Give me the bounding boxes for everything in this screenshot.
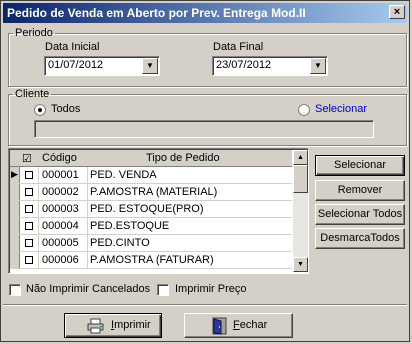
- data-inicial-value: 01/07/2012: [48, 59, 104, 71]
- imprimir-preco-label[interactable]: Imprimir Preço: [175, 283, 247, 295]
- fechar-label: Fechar: [233, 319, 268, 331]
- radio-dot-icon: [38, 108, 42, 112]
- nao-imprimir-cancelados-label[interactable]: Não Imprimir Cancelados: [26, 283, 150, 295]
- chevron-down-icon[interactable]: ▼: [142, 58, 158, 74]
- selecionar-cliente-label[interactable]: Selecionar: [315, 103, 367, 115]
- row-checkbox[interactable]: [25, 222, 33, 230]
- window-title: Pedido de Venda em Aberto por Prev. Entr…: [7, 6, 306, 20]
- report-dialog: Pedido de Venda em Aberto por Prev. Entr…: [0, 0, 410, 342]
- row-tipo: PED. VENDA: [90, 169, 157, 181]
- selecionar-todos-button[interactable]: Selecionar Todos: [315, 204, 405, 225]
- imprimir-preco-checkbox[interactable]: [157, 284, 169, 296]
- todos-radio[interactable]: [34, 104, 46, 116]
- scroll-down-icon[interactable]: ▼: [293, 257, 308, 272]
- imprimir-label: Imprimir: [111, 319, 151, 331]
- data-inicial-label: Data Inicial: [45, 41, 100, 53]
- chevron-down-icon[interactable]: ▼: [310, 58, 326, 74]
- row-checkbox[interactable]: [25, 256, 33, 264]
- door-exit-icon: [212, 317, 227, 335]
- data-inicial-picker[interactable]: 01/07/2012 ▼: [44, 56, 160, 76]
- printer-icon: [87, 318, 104, 334]
- desmarca-todos-button[interactable]: DesmarcaTodos: [315, 228, 405, 249]
- row-codigo: 000005: [42, 237, 79, 249]
- row-codigo: 000006: [42, 254, 79, 266]
- row-tipo: P.AMOSTRA (MATERIAL): [90, 186, 218, 198]
- data-final-value: 23/07/2012: [216, 59, 272, 71]
- row-checkbox[interactable]: [25, 171, 33, 179]
- title-bar: Pedido de Venda em Aberto por Prev. Entr…: [3, 3, 407, 23]
- table-row[interactable]: 000003 PED. ESTOQUE(PRO): [10, 201, 292, 218]
- nao-imprimir-cancelados-checkbox[interactable]: [9, 284, 21, 296]
- header-check-icon[interactable]: ☑: [22, 152, 32, 165]
- table-row[interactable]: ▶ 000001 PED. VENDA: [10, 167, 292, 184]
- data-final-label: Data Final: [213, 41, 264, 53]
- header-codigo[interactable]: Código: [42, 152, 77, 164]
- row-tipo: PED.ESTOQUE: [90, 220, 170, 232]
- row-codigo: 000004: [42, 220, 79, 232]
- tipo-pedido-grid[interactable]: ☑ Código Tipo de Pedido ▶ 000001 PED. VE…: [8, 148, 309, 274]
- table-row[interactable]: 000005 PED.CINTO: [10, 235, 292, 252]
- selecionar-button[interactable]: Selecionar: [315, 155, 405, 176]
- table-row[interactable]: 000002 P.AMOSTRA (MATERIAL): [10, 184, 292, 201]
- row-tipo: PED.CINTO: [90, 237, 150, 249]
- row-codigo: 000001: [42, 169, 79, 181]
- footer-divider: [3, 304, 407, 306]
- row-checkbox[interactable]: [25, 239, 33, 247]
- row-codigo: 000002: [42, 186, 79, 198]
- grid-scrollbar[interactable]: ▲ ▼: [293, 150, 308, 272]
- cliente-field[interactable]: [34, 120, 374, 138]
- data-final-picker[interactable]: 23/07/2012 ▼: [212, 56, 328, 76]
- row-tipo: P.AMOSTRA (FATURAR): [90, 254, 214, 266]
- fechar-button[interactable]: Fechar: [184, 313, 293, 338]
- row-indicator-icon: ▶: [10, 167, 20, 183]
- periodo-legend: Periodo: [15, 27, 53, 39]
- row-codigo: 000003: [42, 203, 79, 215]
- grid-header: ☑ Código Tipo de Pedido: [10, 150, 292, 167]
- imprimir-button[interactable]: Imprimir: [64, 313, 162, 338]
- remover-button[interactable]: Remover: [315, 180, 405, 201]
- row-tipo: PED. ESTOQUE(PRO): [90, 203, 204, 215]
- header-tipo[interactable]: Tipo de Pedido: [146, 152, 220, 164]
- cliente-legend: Cliente: [15, 88, 50, 100]
- todos-label[interactable]: Todos: [51, 103, 80, 115]
- table-row[interactable]: 000006 P.AMOSTRA (FATURAR): [10, 252, 292, 269]
- table-row[interactable]: 000004 PED.ESTOQUE: [10, 218, 292, 235]
- scroll-thumb[interactable]: [293, 165, 308, 193]
- scroll-up-icon[interactable]: ▲: [293, 150, 308, 165]
- row-checkbox[interactable]: [25, 188, 33, 196]
- close-icon[interactable]: ×: [389, 5, 405, 19]
- selecionar-radio[interactable]: [298, 104, 310, 116]
- row-checkbox[interactable]: [25, 205, 33, 213]
